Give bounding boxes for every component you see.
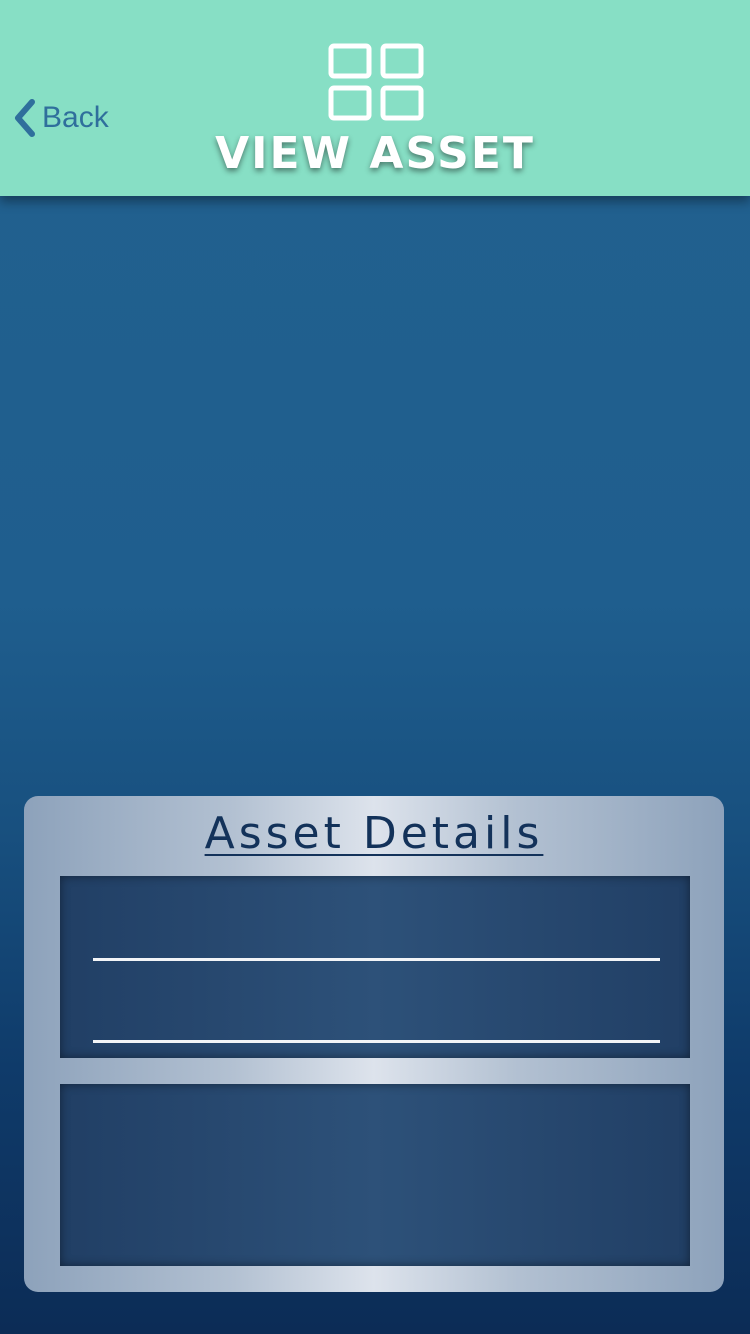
asset-details-panel: Asset Details [24, 796, 724, 1292]
page-title: VIEW ASSET [215, 128, 535, 179]
header-bar: Back VIEW ASSET [0, 0, 750, 196]
field-line[interactable] [93, 958, 660, 961]
asset-info-box [60, 876, 690, 1058]
asset-details-title: Asset Details [204, 808, 544, 859]
asset-notes-box [60, 1084, 690, 1266]
field-line[interactable] [93, 1040, 660, 1043]
grid-icon [328, 43, 424, 121]
